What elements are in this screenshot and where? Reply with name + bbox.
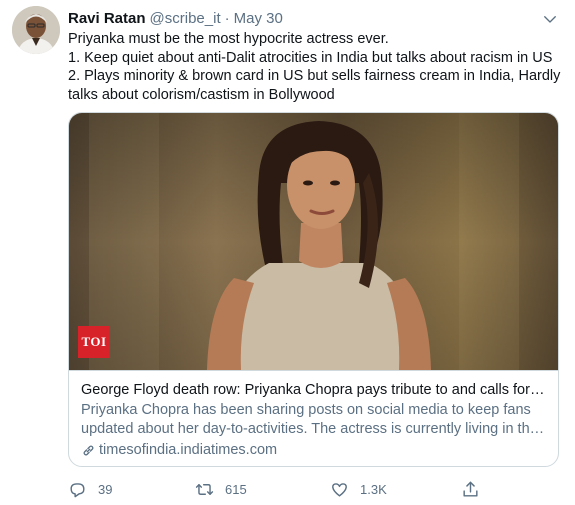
share-button[interactable] bbox=[461, 478, 480, 500]
card-meta: George Floyd death row: Priyanka Chopra … bbox=[69, 370, 558, 466]
toi-logo: TOI bbox=[78, 326, 110, 358]
retweet-count: 615 bbox=[225, 481, 247, 497]
tweet-header: Ravi Ratan @scribe_it · May 30 bbox=[68, 9, 555, 29]
retweet-icon bbox=[195, 483, 214, 495]
author-name[interactable]: Ravi Ratan bbox=[68, 10, 146, 27]
author-handle[interactable]: @scribe_it bbox=[150, 10, 221, 27]
tweet-text-line: 1. Keep quiet about anti-Dalit atrocitie… bbox=[68, 49, 553, 66]
share-icon bbox=[463, 481, 478, 497]
card-description-line: updated about her day-to-activities. The… bbox=[81, 421, 548, 437]
card-image: TOI bbox=[69, 113, 558, 370]
link-card[interactable]: TOI George Floyd death row: Priyanka Cho… bbox=[68, 112, 559, 467]
reply-button[interactable]: 39 bbox=[68, 478, 112, 500]
avatar-image bbox=[12, 6, 60, 54]
tweet-date[interactable]: May 30 bbox=[234, 10, 283, 27]
tweet-text-line: talks about colorism/castism in Bollywoo… bbox=[68, 86, 335, 103]
tweet-text: Priyanka must be the most hypocrite actr… bbox=[68, 30, 563, 104]
chevron-down-icon[interactable] bbox=[541, 10, 559, 28]
avatar[interactable] bbox=[12, 6, 60, 54]
like-button[interactable]: 1.3K bbox=[330, 478, 387, 500]
reply-count: 39 bbox=[98, 481, 113, 497]
tweet-text-line: 2. Plays minority & brown card in US but… bbox=[68, 68, 561, 84]
tweet-text-line: Priyanka must be the most hypocrite actr… bbox=[68, 31, 389, 47]
card-description: Priyanka Chopra has been sharing posts o… bbox=[81, 401, 548, 439]
like-count: 1.3K bbox=[360, 481, 387, 497]
link-icon bbox=[83, 445, 94, 456]
card-photo bbox=[69, 113, 558, 370]
card-domain: timesofindia.indiatimes.com bbox=[81, 441, 548, 460]
heart-icon bbox=[332, 482, 347, 497]
reply-icon bbox=[70, 482, 85, 497]
tweet: Ravi Ratan @scribe_it · May 30 Priyanka mus… bbox=[0, 0, 575, 505]
card-title: George Floyd death row: Priyanka Chopra … bbox=[81, 382, 548, 398]
retweet-button[interactable]: 615 bbox=[195, 478, 247, 500]
card-description-line: Priyanka Chopra has been sharing posts o… bbox=[81, 402, 531, 418]
separator-dot: · bbox=[224, 10, 230, 27]
card-domain-text: timesofindia.indiatimes.com bbox=[99, 442, 278, 458]
action-bar: 39 615 1.3K bbox=[68, 478, 508, 500]
